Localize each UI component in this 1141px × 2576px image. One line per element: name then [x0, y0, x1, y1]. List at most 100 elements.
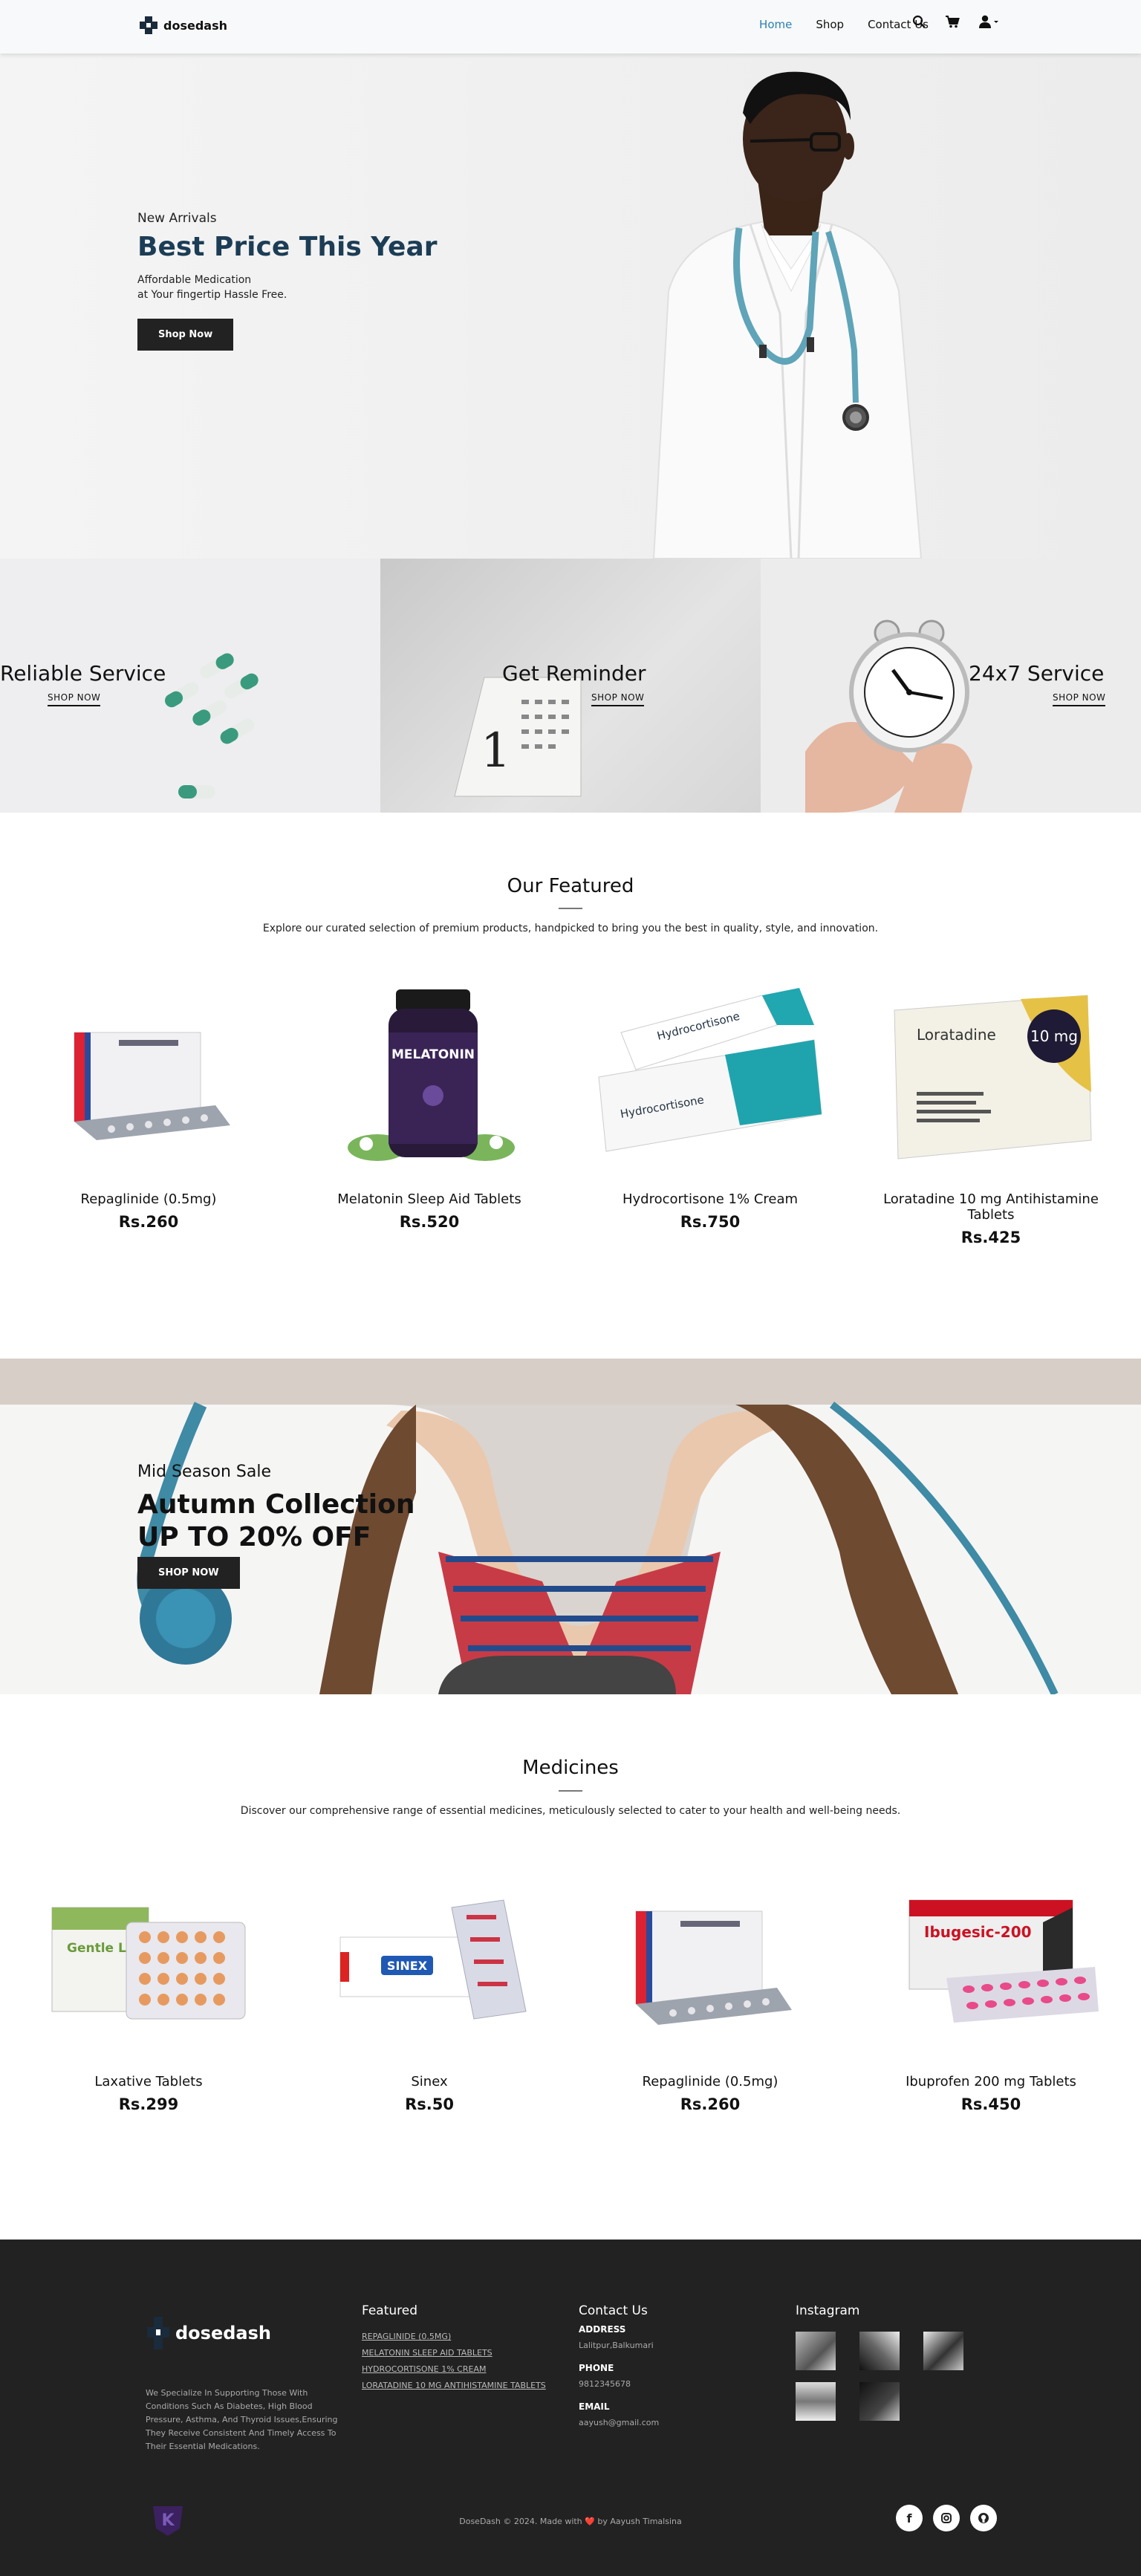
sale-title-line-2: UP TO 20% OFF [137, 1522, 371, 1552]
brand-logo[interactable]: dosedash [138, 15, 227, 36]
brand-name: dosedash [163, 18, 227, 33]
footer-featured-link[interactable]: HYDROCORTISONE 1% CREAM [362, 2364, 555, 2374]
loratadine-label: Loratadine [917, 1026, 996, 1044]
hero-title: Best Price This Year [137, 232, 438, 262]
service-shop-now-link[interactable]: SHOP NOW [48, 692, 101, 706]
footer: dosedash We Specialize In Supporting Tho… [0, 2240, 1141, 2576]
footer-contact-title: Contact Us [579, 2303, 648, 2318]
product-image: Hydrocortisone Hydrocortisone [598, 988, 822, 1152]
footer-featured-link[interactable]: REPAGLINIDE (0.5MG) [362, 2332, 555, 2341]
hero-text: New Arrivals Best Price This Year Afford… [137, 211, 438, 351]
doctor-image [652, 71, 923, 559]
sale-subtitle: Mid Season Sale [137, 1463, 271, 1481]
product-card[interactable]: Gentle Laxative Laxative Tablets Rs.299 [30, 1863, 267, 2113]
footer-address-label: ADDRESS [579, 2324, 626, 2335]
sale-title-line-1: Autumn Collection [137, 1489, 415, 1520]
services-row: Reliable Service SHOP NOW 1 Get Reminder… [0, 559, 1141, 813]
product-card[interactable]: Repaglinide (0.5mg) Rs.260 [591, 1863, 829, 2113]
featured-title: Our Featured [507, 875, 634, 897]
hero-description: Affordable Medication at Your fingertip … [137, 273, 438, 302]
product-price: Rs.260 [118, 1213, 179, 1231]
footer-featured-title: Featured [362, 2303, 418, 2318]
sale-text: Mid Season Sale Autumn Collection UP TO … [137, 1463, 415, 1589]
navbar: dosedash Home Shop Contact Us [0, 0, 1141, 53]
product-card[interactable]: Hydrocortisone Hydrocortisone Hydrocorti… [591, 980, 829, 1231]
product-card[interactable]: MELATONIN Melatonin Sleep Aid Tablets Rs… [311, 980, 548, 1231]
ibugesic-label: Ibugesic-200 [924, 1923, 1032, 1941]
hero-shop-now-button[interactable]: Shop Now [137, 319, 234, 351]
product-name: Repaglinide (0.5mg) [642, 2074, 778, 2089]
product-image: 10 mg Loratadine [894, 995, 1092, 1159]
instagram-grid [796, 2332, 963, 2421]
capsules-image [165, 653, 259, 799]
product-price: Rs.450 [960, 2095, 1021, 2113]
github-icon[interactable] [970, 2505, 997, 2531]
instagram-photo[interactable] [859, 2332, 900, 2370]
product-image: SINEX [339, 1899, 527, 2020]
product-image: Ibugesic-200 [908, 1899, 1099, 2023]
footer-instagram: Instagram [796, 2303, 963, 2421]
footer-brand-name: dosedash [175, 2323, 271, 2344]
footer-logo[interactable]: dosedash [146, 2314, 271, 2352]
product-price: Rs.520 [399, 1213, 460, 1231]
instagram-icon[interactable] [933, 2505, 960, 2531]
product-name: Ibuprofen 200 mg Tablets [906, 2074, 1076, 2089]
instagram-photo[interactable] [859, 2382, 900, 2421]
service-shop-now-link[interactable]: SHOP NOW [591, 692, 645, 706]
product-card[interactable]: Repaglinide (0.5mg) Rs.260 [30, 980, 267, 1231]
product-name: Sinex [411, 2074, 448, 2089]
footer-email[interactable]: aayush@gmail.com [579, 2416, 757, 2430]
featured-description: Explore our curated selection of premium… [262, 923, 879, 934]
sinex-label: SINEX [387, 1959, 428, 1973]
instagram-photo[interactable] [923, 2332, 963, 2370]
cart-icon[interactable] [945, 15, 960, 31]
user-menu-icon[interactable] [979, 15, 1000, 31]
service-title-reliable: Reliable Service [0, 661, 166, 686]
product-card[interactable]: SINEX Sinex Rs.50 [311, 1863, 548, 2113]
hero-banner: New Arrivals Best Price This Year Afford… [0, 53, 1141, 559]
hero-desc-line-1: Affordable Medication [137, 274, 252, 286]
instagram-photo[interactable] [796, 2382, 836, 2421]
product-name: Loratadine 10 mg Antihistamine Tablets [883, 1191, 1099, 1223]
product-image: Gentle Laxative [51, 1907, 246, 2020]
footer-about: We Specialize In Supporting Those With C… [146, 2388, 338, 2451]
product-card[interactable]: Ibugesic-200 Ibuprofen 200 mg Tablets Rs… [872, 1863, 1110, 2113]
footer-featured-link[interactable]: LORATADINE 10 MG ANTIHISTAMINE TABLETS [362, 2381, 555, 2390]
medicines-divider [559, 1790, 582, 1792]
product-price: Rs.260 [680, 2095, 741, 2113]
footer-phone-label: PHONE [579, 2363, 614, 2373]
service-card-reminder[interactable]: 1 Get Reminder SHOP NOW [380, 559, 761, 813]
footer-featured: Featured REPAGLINIDE (0.5MG) MELATONIN S… [362, 2303, 555, 2397]
nav-home-link[interactable]: Home [759, 18, 792, 31]
search-icon[interactable] [912, 15, 926, 31]
svg-text:1: 1 [481, 723, 511, 778]
sale-banner: Mid Season Sale Autumn Collection UP TO … [0, 1359, 1141, 1694]
logo-icon [138, 15, 159, 36]
product-card[interactable]: 10 mg Loratadine Loratadine 10 mg Antihi… [872, 980, 1110, 1246]
product-name: Laxative Tablets [94, 2074, 203, 2089]
alarm-clock-image [805, 619, 972, 813]
nav-icons [912, 15, 1000, 31]
footer-phone: 9812345678 [579, 2379, 631, 2389]
social-links: f [896, 2505, 997, 2531]
service-card-24x7[interactable]: 24x7 Service SHOP NOW [761, 559, 1141, 813]
footer-instagram-title: Instagram [796, 2303, 860, 2318]
product-image [635, 1910, 792, 2025]
calendar-image: 1 [454, 677, 582, 797]
service-card-reliable[interactable]: Reliable Service SHOP NOW [0, 559, 380, 813]
service-title-24x7: 24x7 Service [969, 661, 1105, 686]
hero-subtitle: New Arrivals [137, 211, 217, 226]
medicines-description: Discover our comprehensive range of esse… [240, 1805, 901, 1817]
footer-featured-link[interactable]: MELATONIN SLEEP AID TABLETS [362, 2348, 555, 2358]
loratadine-dose-label: 10 mg [1030, 1027, 1078, 1045]
facebook-icon[interactable]: f [896, 2505, 923, 2531]
service-shop-now-link[interactable]: SHOP NOW [1053, 692, 1106, 706]
logo-icon [147, 2317, 169, 2349]
product-price: Rs.50 [405, 2095, 454, 2113]
nav-shop-link[interactable]: Shop [816, 18, 844, 31]
product-image: MELATONIN [348, 989, 515, 1161]
product-name: Melatonin Sleep Aid Tablets [337, 1191, 521, 1207]
sale-shop-now-button[interactable]: SHOP NOW [137, 1557, 240, 1589]
product-price: Rs.425 [960, 1229, 1021, 1246]
instagram-photo[interactable] [796, 2332, 836, 2370]
